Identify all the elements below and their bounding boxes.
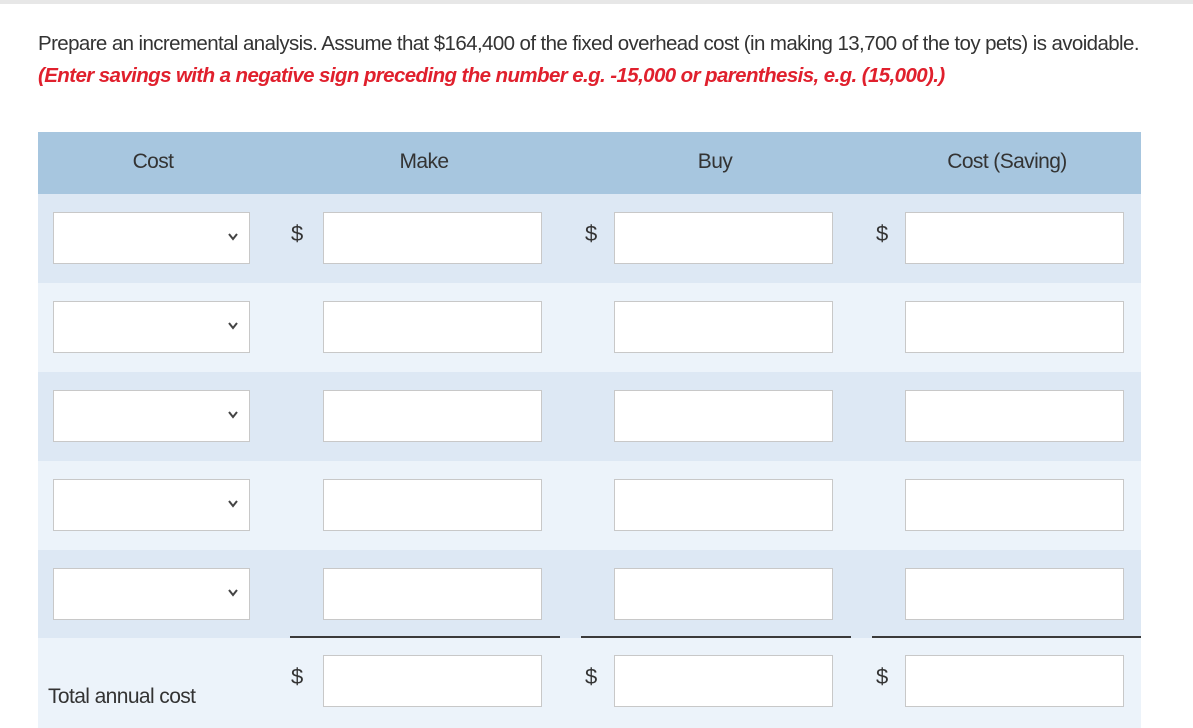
table-header: Cost Make Buy Cost (Saving) bbox=[38, 132, 1141, 194]
cost-select[interactable] bbox=[53, 568, 250, 620]
cost-select[interactable] bbox=[53, 212, 250, 264]
make-input[interactable] bbox=[323, 301, 542, 353]
make-input[interactable] bbox=[323, 390, 542, 442]
cost-saving-input[interactable] bbox=[905, 212, 1124, 264]
cost-saving-input[interactable] bbox=[905, 568, 1124, 620]
header-buy: Buy bbox=[697, 150, 733, 173]
currency-symbol: $ bbox=[876, 664, 889, 689]
total-cost-saving-input[interactable] bbox=[905, 655, 1124, 707]
cost-select[interactable] bbox=[53, 390, 250, 442]
currency-symbol: $ bbox=[876, 221, 889, 246]
buy-input[interactable] bbox=[614, 212, 833, 264]
header-cost: Cost bbox=[132, 150, 174, 173]
table-row bbox=[38, 372, 1141, 461]
total-row: Total annual cost $ $ $ bbox=[38, 638, 1141, 728]
currency-symbol: $ bbox=[291, 221, 304, 246]
table-row bbox=[38, 283, 1141, 372]
total-make-input[interactable] bbox=[323, 655, 542, 707]
sum-divider bbox=[872, 636, 1141, 638]
instructions-text: Prepare an incremental analysis. Assume … bbox=[38, 32, 1140, 55]
chevron-down-icon bbox=[228, 233, 238, 241]
chevron-down-icon bbox=[228, 589, 238, 597]
chevron-down-icon bbox=[228, 322, 238, 330]
instructions: Prepare an incremental analysis. Assume … bbox=[38, 28, 1158, 92]
make-input[interactable] bbox=[323, 479, 542, 531]
header-make: Make bbox=[399, 150, 450, 173]
buy-input[interactable] bbox=[614, 568, 833, 620]
chevron-down-icon bbox=[228, 500, 238, 508]
total-buy-input[interactable] bbox=[614, 655, 833, 707]
make-input[interactable] bbox=[323, 568, 542, 620]
make-input[interactable] bbox=[323, 212, 542, 264]
sum-divider bbox=[290, 636, 560, 638]
currency-symbol: $ bbox=[585, 221, 598, 246]
buy-input[interactable] bbox=[614, 301, 833, 353]
table-row bbox=[38, 550, 1141, 638]
cost-select[interactable] bbox=[53, 479, 250, 531]
table-row bbox=[38, 461, 1141, 550]
cost-saving-input[interactable] bbox=[905, 301, 1124, 353]
chevron-down-icon bbox=[228, 411, 238, 419]
cost-saving-input[interactable] bbox=[905, 390, 1124, 442]
table-row: $ $ $ bbox=[38, 194, 1141, 283]
total-label: Total annual cost bbox=[48, 685, 196, 708]
currency-symbol: $ bbox=[291, 664, 304, 689]
buy-input[interactable] bbox=[614, 479, 833, 531]
cost-saving-input[interactable] bbox=[905, 479, 1124, 531]
cost-select[interactable] bbox=[53, 301, 250, 353]
buy-input[interactable] bbox=[614, 390, 833, 442]
sum-divider bbox=[581, 636, 851, 638]
instructions-hint: (Enter savings with a negative sign prec… bbox=[38, 64, 945, 87]
currency-symbol: $ bbox=[585, 664, 598, 689]
header-cost-saving: Cost (Saving) bbox=[947, 150, 1067, 173]
incremental-analysis-table: Cost Make Buy Cost (Saving) $ $ $ Total … bbox=[38, 132, 1141, 728]
top-divider bbox=[0, 0, 1193, 4]
